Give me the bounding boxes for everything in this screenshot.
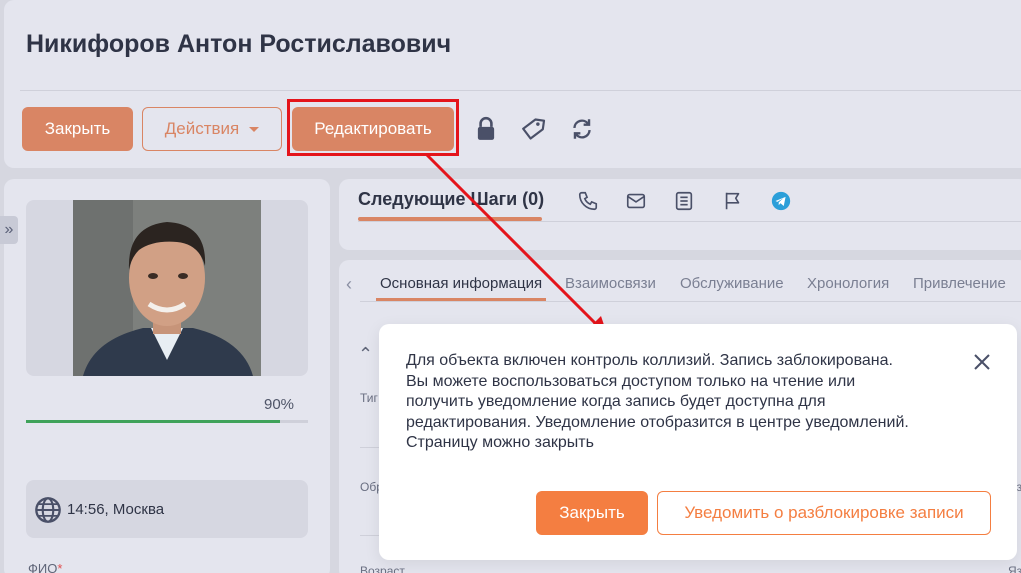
annotation-highlight-box [287, 99, 459, 156]
notify-unlock-button[interactable]: Уведомить о разблокировке записи [657, 491, 991, 535]
tab-relations[interactable]: Взаимосвязи [565, 275, 656, 292]
close-button-label: Закрыть [44, 119, 111, 138]
tag-icon[interactable] [520, 116, 546, 142]
close-button[interactable]: Закрыть [22, 107, 133, 151]
dialog-message-line: Для объекта включен контроль коллизий. З… [406, 352, 893, 369]
tab-service[interactable]: Обслуживание [680, 275, 784, 292]
lock-icon[interactable] [473, 116, 499, 142]
dialog-close-button[interactable]: Закрыть [536, 491, 648, 535]
tab-timeline[interactable]: Хронология [807, 275, 889, 292]
phone-icon[interactable] [577, 190, 599, 212]
telegram-icon[interactable] [770, 190, 792, 212]
profile-completion-fill [26, 420, 280, 423]
next-steps-tab[interactable]: Следующие Шаги (0) [358, 189, 544, 210]
caret-down-icon [249, 126, 260, 132]
dialog-message-line: редактирования. Уведомление отобразится … [406, 413, 909, 431]
fio-field-label: ФИО* [28, 561, 62, 573]
tab-main-info[interactable]: Основная информация [380, 275, 542, 292]
field-label-type: Тиг [360, 391, 378, 405]
actions-dropdown-button[interactable]: Действия [142, 107, 282, 151]
dialog-message: Для объекта включен контроль коллизий. З… [406, 351, 966, 454]
tab-engagement[interactable]: Привлечение [913, 275, 1006, 292]
field-underline [360, 535, 380, 536]
fio-label-text: ФИО [28, 561, 58, 573]
sync-icon[interactable] [569, 116, 595, 142]
chevron-up-icon[interactable]: ⌃ [358, 344, 373, 365]
profile-completion-percent: 90% [264, 396, 295, 413]
globe-icon [34, 496, 62, 524]
profile-completion-bar [26, 420, 308, 423]
close-icon[interactable] [970, 350, 994, 374]
local-time-text: 14:56, Москва [67, 501, 164, 518]
dialog-message-line: получить уведомление когда запись будет … [406, 393, 826, 410]
divider [20, 90, 1021, 91]
required-marker: * [57, 561, 63, 573]
dialog-message-line: Страницу можно закрыть [406, 434, 594, 451]
document-icon[interactable] [673, 190, 695, 212]
chevron-left-icon[interactable]: ‹ [346, 274, 352, 295]
page-title: Никифоров Антон Ростиславович [26, 30, 452, 58]
local-time: 14:56, [67, 501, 109, 518]
email-icon[interactable] [625, 190, 647, 212]
field-label-right-3: Яз [1008, 564, 1021, 573]
divider [360, 301, 1021, 302]
avatar [73, 200, 261, 376]
local-city: Москва [112, 501, 165, 518]
dialog-message-line: Вы можете воспользоваться доступом тольк… [406, 372, 856, 390]
divider [358, 221, 1021, 222]
expand-panel-icon[interactable]: » [0, 216, 18, 244]
active-tab-underline [358, 217, 542, 221]
field-underline [360, 447, 380, 448]
active-tab-underline [376, 298, 546, 301]
actions-button-label: Действия [164, 119, 240, 138]
field-label-age: Возраст [360, 564, 405, 573]
flag-icon[interactable] [722, 190, 744, 212]
